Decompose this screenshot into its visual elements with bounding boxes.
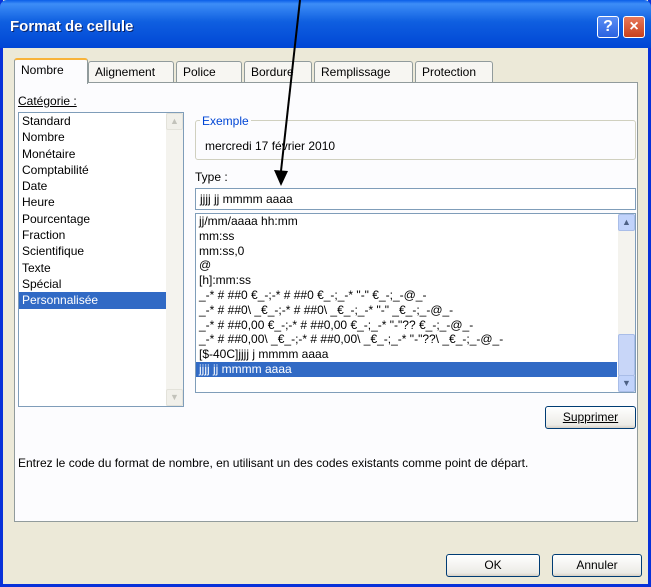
title-bar[interactable]: Format de cellule ? × xyxy=(0,0,651,48)
format-item-selected[interactable]: jjjj jj mmmm aaaa xyxy=(196,361,617,377)
tab-nombre[interactable]: Nombre xyxy=(14,58,88,84)
format-scrollbar[interactable]: ▲ ▼ xyxy=(618,214,635,392)
help-button[interactable]: ? xyxy=(597,16,619,38)
tab-police[interactable]: Police xyxy=(176,61,242,83)
scroll-down-icon[interactable]: ▼ xyxy=(166,389,183,406)
format-item[interactable]: _-* # ##0\ _€_-;-* # ##0\ _€_-;_-* "-" _… xyxy=(196,303,635,318)
category-item[interactable]: Comptabilité xyxy=(19,162,183,178)
sample-label: Exemple xyxy=(200,114,251,128)
type-label: Type : xyxy=(195,170,228,184)
category-label: Catégorie : xyxy=(18,94,77,108)
category-scrollbar[interactable]: ▲ ▼ xyxy=(166,113,183,406)
category-item[interactable]: Heure xyxy=(19,194,183,210)
format-list[interactable]: jj/mm/aaaa hh:mm mm:ss mm:ss,0 @ [h]:mm:… xyxy=(195,213,636,393)
cancel-button[interactable]: Annuler xyxy=(552,554,642,577)
ok-button[interactable]: OK xyxy=(446,554,540,577)
close-button[interactable]: × xyxy=(623,16,645,38)
tab-bordure[interactable]: Bordure xyxy=(244,61,312,83)
dialog-title: Format de cellule xyxy=(10,18,134,35)
format-item[interactable]: _-* # ##0,00\ _€_-;-* # ##0,00\ _€_-;_-*… xyxy=(196,332,635,347)
category-item[interactable]: Fraction xyxy=(19,227,183,243)
format-item[interactable]: @ xyxy=(196,258,635,273)
format-item[interactable]: [h]:mm:ss xyxy=(196,273,635,288)
tab-remplissage[interactable]: Remplissage xyxy=(314,61,413,83)
format-description: Entrez le code du format de nombre, en u… xyxy=(18,456,529,470)
tab-protection[interactable]: Protection xyxy=(415,61,493,83)
format-item[interactable]: jj/mm/aaaa hh:mm xyxy=(196,214,635,229)
category-item[interactable]: Pourcentage xyxy=(19,211,183,227)
scroll-up-icon[interactable]: ▲ xyxy=(166,113,183,130)
format-item[interactable]: _-* # ##0,00 €_-;-* # ##0,00 €_-;_-* "-"… xyxy=(196,318,635,333)
format-item[interactable]: _-* # ##0 €_-;-* # ##0 €_-;_-* "-" €_-;_… xyxy=(196,288,635,303)
type-input[interactable]: jjjj jj mmmm aaaa xyxy=(195,188,636,210)
category-item[interactable]: Texte xyxy=(19,260,183,276)
category-item[interactable]: Date xyxy=(19,178,183,194)
category-item[interactable]: Standard xyxy=(19,113,183,129)
tab-alignement[interactable]: Alignement xyxy=(88,61,174,83)
scroll-thumb[interactable] xyxy=(618,334,635,376)
category-item[interactable]: Nombre xyxy=(19,129,183,145)
category-item[interactable]: Scientifique xyxy=(19,243,183,259)
category-list[interactable]: Standard Nombre Monétaire Comptabilité D… xyxy=(18,112,184,407)
category-item[interactable]: Spécial xyxy=(19,276,183,292)
format-item[interactable]: [$-40C]jjjj j mmmm aaaa xyxy=(196,347,635,362)
format-item[interactable]: mm:ss xyxy=(196,229,635,244)
scroll-up-icon[interactable]: ▲ xyxy=(618,214,635,231)
sample-value: mercredi 17 février 2010 xyxy=(205,139,336,153)
scroll-down-icon[interactable]: ▼ xyxy=(618,375,635,392)
delete-button[interactable]: Supprimer xyxy=(545,406,636,429)
category-item-selected[interactable]: Personnalisée xyxy=(19,292,167,309)
format-item[interactable]: mm:ss,0 xyxy=(196,244,635,259)
category-item[interactable]: Monétaire xyxy=(19,146,183,162)
